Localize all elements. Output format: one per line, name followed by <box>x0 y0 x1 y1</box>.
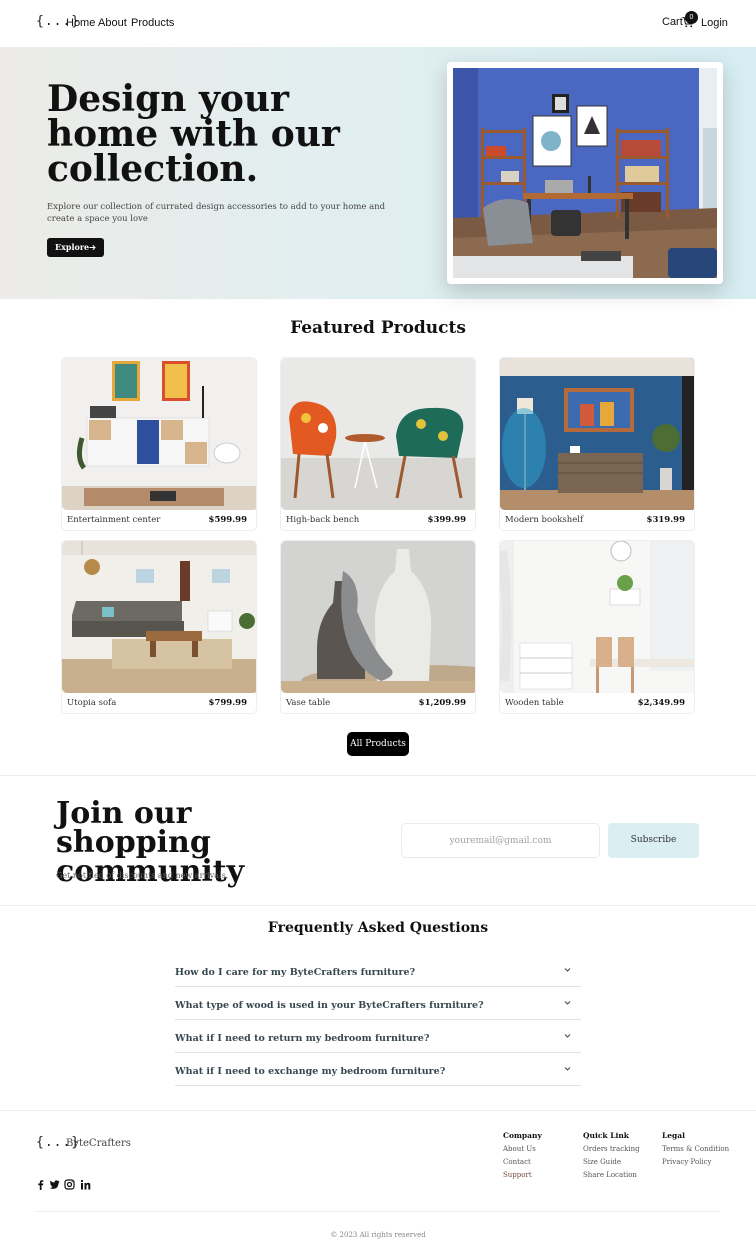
subscribe-button[interactable]: Subscribe <box>608 823 699 858</box>
footer-link-terms[interactable]: Terms & Condition <box>662 1145 729 1153</box>
twitter-icon[interactable] <box>49 1179 60 1190</box>
product-price: $2,349.99 <box>637 698 685 708</box>
section-divider <box>0 905 756 906</box>
all-products-button[interactable]: All Products <box>347 732 409 756</box>
product-card[interactable]: Modern bookshelf $319.99 <box>499 357 695 531</box>
footer-divider <box>36 1211 720 1212</box>
top-nav: {...} Home About Products Cart 0 Login <box>0 0 756 47</box>
product-image <box>281 541 475 693</box>
product-card[interactable]: Entertainment center $599.99 <box>61 357 257 531</box>
product-card[interactable]: High-back bench $399.99 <box>280 357 476 531</box>
hero-description: Explore our collection of currated desig… <box>47 202 386 224</box>
cart-link[interactable]: Cart <box>662 16 683 28</box>
footer-brand: ByteCrafters <box>66 1138 131 1149</box>
footer-link-contact[interactable]: Contact <box>503 1158 531 1166</box>
faq-item[interactable]: How do I care for my ByteCrafters furnit… <box>175 954 581 987</box>
footer-col-title-quick-link: Quick Link <box>583 1131 629 1140</box>
product-card[interactable]: Wooden table $2,349.99 <box>499 540 695 714</box>
product-name: Wooden table <box>505 698 564 708</box>
faq-question: How do I care for my ByteCrafters furnit… <box>175 967 416 978</box>
section-divider <box>0 775 756 776</box>
cart-count-badge: 0 <box>685 11 698 24</box>
section-divider <box>0 1110 756 1111</box>
footer-link-orders-tracking[interactable]: Orders tracking <box>583 1145 640 1153</box>
faq-item[interactable]: What if I need to exchange my bedroom fu… <box>175 1053 581 1086</box>
product-image <box>62 541 256 693</box>
product-price: $319.99 <box>646 515 685 525</box>
product-image <box>500 358 694 510</box>
product-name: Vase table <box>286 698 331 708</box>
explore-button[interactable]: Explore <box>47 238 104 257</box>
chevron-down-icon <box>564 1067 571 1071</box>
product-image <box>500 541 694 693</box>
faq-question: What if I need to exchange my bedroom fu… <box>175 1066 446 1077</box>
nav-link-about[interactable]: About <box>98 17 127 29</box>
explore-button-label: Explore <box>55 242 90 252</box>
faq-question: What if I need to return my bedroom furn… <box>175 1033 430 1044</box>
product-name: Entertainment center <box>67 515 161 525</box>
nav-link-products[interactable]: Products <box>131 17 174 29</box>
hero-image <box>453 68 717 278</box>
chevron-down-icon <box>564 1001 571 1005</box>
product-name: Utopia sofa <box>67 698 117 708</box>
faq-question: What type of wood is used in your ByteCr… <box>175 1000 484 1011</box>
nav-link-home[interactable]: Home <box>66 17 95 29</box>
footer-link-support[interactable]: Support <box>503 1171 532 1179</box>
product-name: High-back bench <box>286 515 360 525</box>
product-card[interactable]: Utopia sofa $799.99 <box>61 540 257 714</box>
faq-item[interactable]: What type of wood is used in your ByteCr… <box>175 987 581 1020</box>
chevron-down-icon <box>564 968 571 972</box>
footer-link-about[interactable]: About Us <box>503 1145 536 1153</box>
faq-item[interactable]: What if I need to return my bedroom furn… <box>175 1020 581 1053</box>
product-card[interactable]: Vase table $1,209.99 <box>280 540 476 714</box>
product-name: Modern bookshelf <box>505 515 584 525</box>
featured-title: Featured Products <box>290 318 466 338</box>
newsletter-subtitle: Get notified of discounts and new arriva… <box>56 871 229 880</box>
linkedin-icon[interactable] <box>80 1179 91 1190</box>
product-price: $799.99 <box>208 698 247 708</box>
faq-title: Frequently Asked Questions <box>267 920 489 936</box>
instagram-icon[interactable] <box>64 1179 75 1190</box>
arrow-right-icon <box>89 244 96 251</box>
chevron-down-icon <box>564 1034 571 1038</box>
footer-link-share-location[interactable]: Share Location <box>583 1171 637 1179</box>
hero-title: Design your home with our collection. <box>47 78 340 190</box>
facebook-icon[interactable] <box>35 1179 46 1190</box>
footer-link-privacy[interactable]: Privacy Policy <box>662 1158 712 1166</box>
footer-link-size-guide[interactable]: Size Guide <box>583 1158 621 1166</box>
product-price: $399.99 <box>427 515 466 525</box>
login-link[interactable]: Login <box>701 17 728 29</box>
product-image <box>62 358 256 510</box>
footer-col-title-company: Company <box>503 1131 542 1140</box>
product-image <box>281 358 475 510</box>
email-field[interactable] <box>401 823 600 858</box>
product-price: $599.99 <box>208 515 247 525</box>
copyright-text: © 2023 All rights reserved <box>330 1231 426 1239</box>
footer-col-title-legal: Legal <box>662 1131 685 1140</box>
product-price: $1,209.99 <box>418 698 466 708</box>
hero-image-frame <box>447 62 723 284</box>
